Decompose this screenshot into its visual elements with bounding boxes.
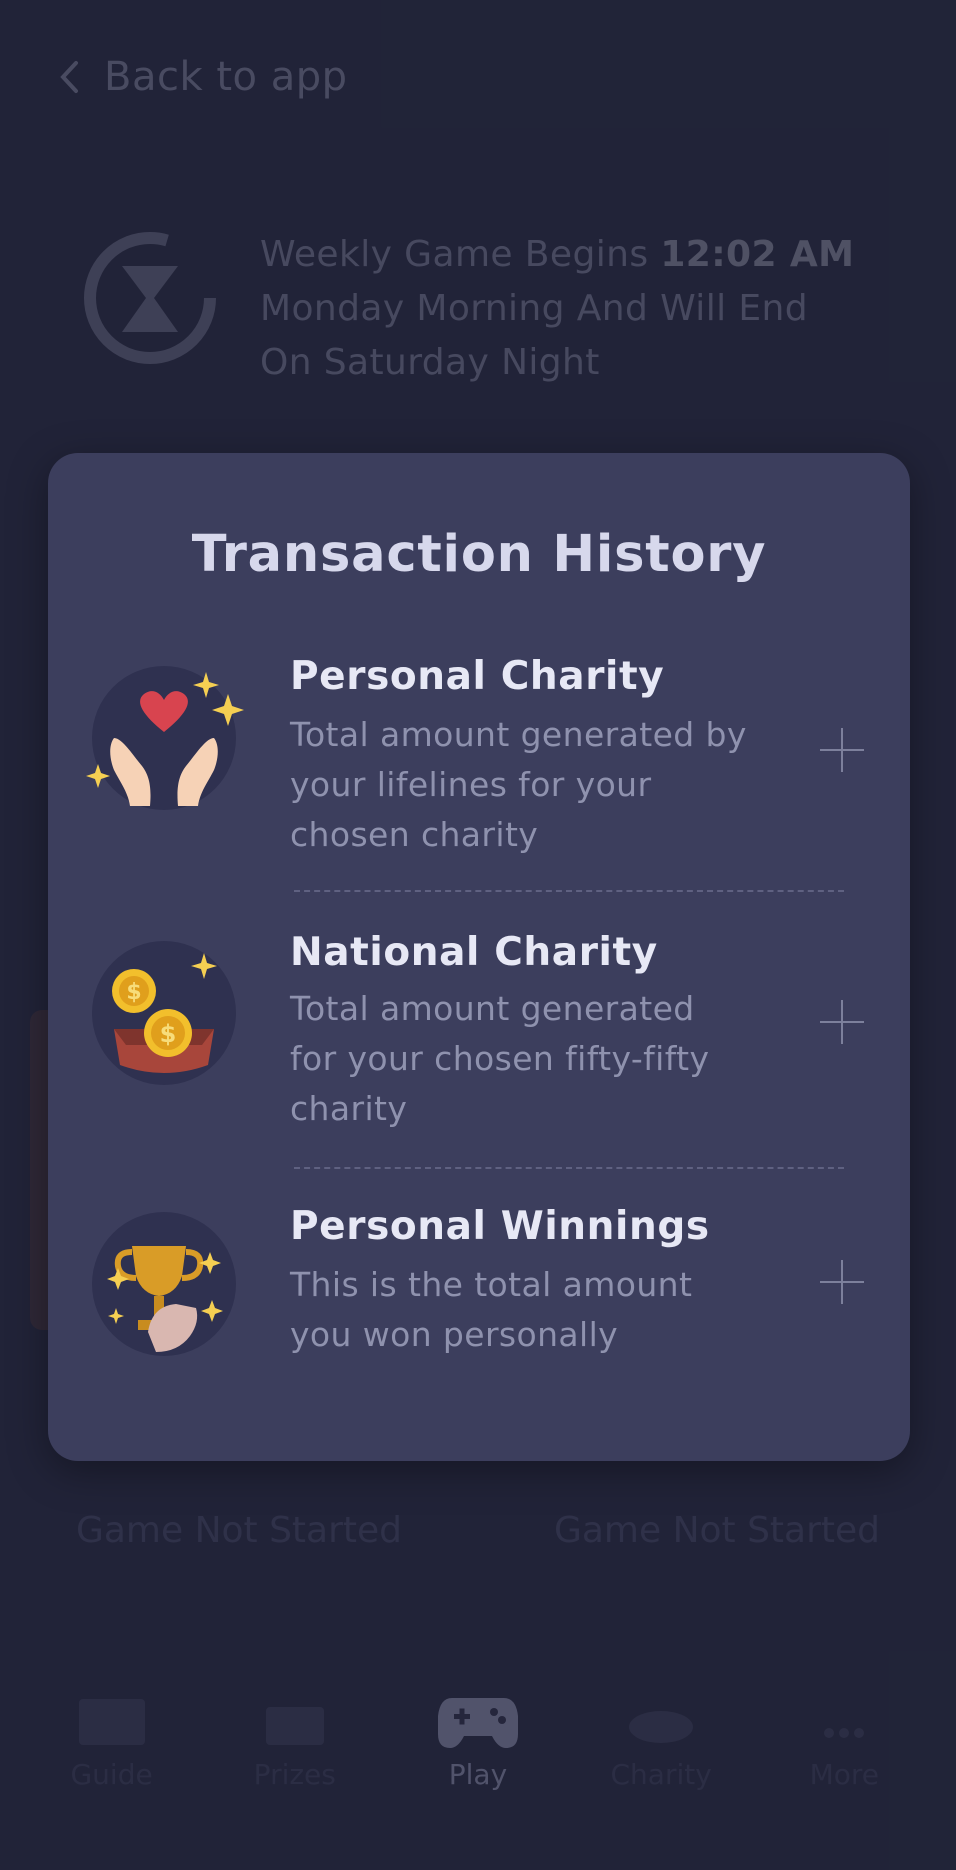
personal-charity-desc: Total amount generated by your lifelines…	[290, 715, 747, 854]
trophy-icon	[92, 1212, 236, 1356]
coin-donation-icon: $ $	[92, 941, 236, 1085]
transaction-history-modal: Transaction History Personal Charity Tot…	[48, 453, 910, 1461]
divider	[294, 890, 844, 892]
svg-text:$: $	[126, 980, 141, 1005]
personal-winnings-desc: This is the total amount you won persona…	[290, 1265, 693, 1354]
personal-charity-title: Personal Charity	[290, 654, 665, 699]
expand-national-charity-button[interactable]	[820, 1000, 864, 1044]
national-charity-desc: Total amount generated for your chosen f…	[290, 989, 710, 1128]
expand-personal-charity-button[interactable]	[820, 728, 864, 772]
divider	[294, 1167, 844, 1169]
personal-winnings-title: Personal Winnings	[290, 1204, 710, 1249]
heart-hands-icon	[86, 666, 244, 810]
expand-personal-winnings-button[interactable]	[820, 1260, 864, 1304]
svg-text:$: $	[160, 1020, 177, 1048]
modal-title: Transaction History	[191, 525, 767, 584]
national-charity-title: National Charity	[290, 930, 658, 975]
